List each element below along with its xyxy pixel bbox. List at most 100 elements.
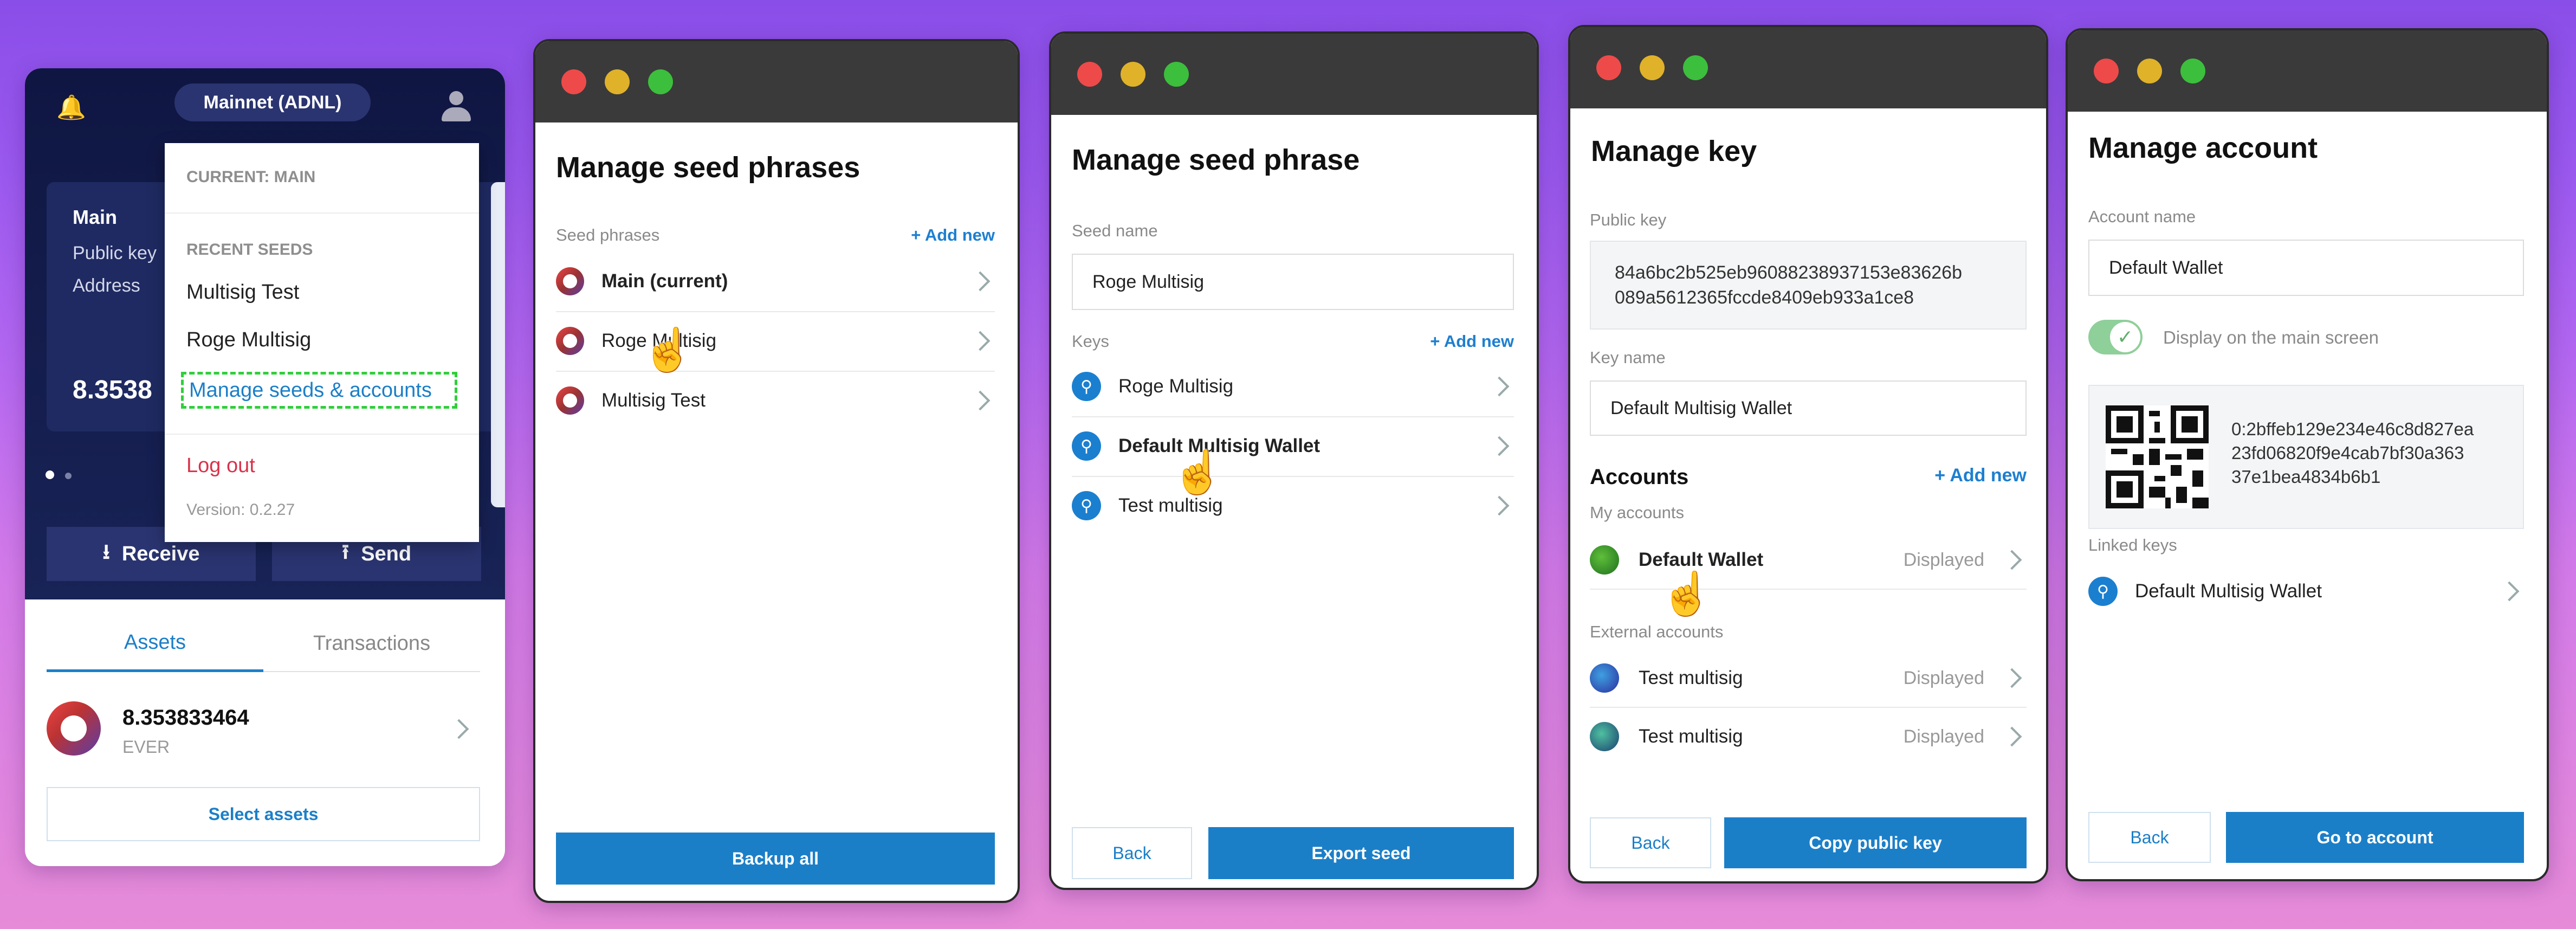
account-status: Displayed — [1903, 549, 1984, 570]
public-key-label: Public key — [73, 243, 157, 263]
tab-transactions[interactable]: Transactions — [263, 616, 480, 672]
zoom-window-button[interactable] — [2180, 59, 2205, 83]
bell-icon[interactable]: 🔔 — [56, 93, 86, 121]
menu-item-recent[interactable]: Multisig Test — [186, 281, 299, 304]
key-icon: ⚲ — [2088, 577, 2118, 606]
export-seed-button[interactable]: Export seed — [1208, 827, 1514, 879]
display-toggle[interactable]: ✓ — [2088, 320, 2143, 354]
menu-item-recent[interactable]: Roge Multisig — [186, 328, 311, 352]
account-row[interactable]: Test multisig Displayed — [1590, 708, 2027, 765]
key-row[interactable]: ⚲ Roge Multisig — [1072, 357, 1514, 417]
key-row[interactable]: ⚲ Test multisig — [1072, 476, 1514, 536]
seeds-window: Manage seed phrases Seed phrases + Add n… — [533, 39, 1020, 903]
account-row[interactable]: Default Wallet Displayed — [1590, 531, 2027, 590]
scroll-indicator[interactable] — [491, 182, 505, 507]
key-name-value: Default Multisig Wallet — [1610, 397, 1792, 418]
page-title: Manage key — [1591, 135, 1757, 167]
asset-row[interactable]: 8.353833464 EVER — [47, 694, 480, 764]
chevron-right-icon — [970, 390, 991, 411]
account-name-label: Account name — [2088, 207, 2196, 226]
account-name: Default Wallet — [1639, 549, 1764, 570]
accounts-title: Accounts — [1590, 465, 1689, 489]
tab-assets[interactable]: Assets — [47, 616, 263, 672]
zoom-window-button[interactable] — [1683, 55, 1708, 80]
back-button[interactable]: Back — [1590, 817, 1711, 868]
close-window-button[interactable] — [1596, 55, 1621, 80]
minimize-window-button[interactable] — [1640, 55, 1665, 80]
key-name: Test multisig — [1118, 495, 1223, 516]
account-row[interactable]: Test multisig Displayed — [1590, 649, 2027, 708]
key-row[interactable]: ⚲ Default Multisig Wallet — [1072, 416, 1514, 477]
back-button[interactable]: Back — [1072, 827, 1192, 879]
seed-icon — [556, 386, 584, 415]
profile-icon[interactable] — [440, 89, 473, 121]
logout-link[interactable]: Log out — [186, 454, 255, 478]
public-key-line: 089a5612365fccde8409eb933a1ce8 — [1615, 287, 1914, 308]
receive-label: Receive — [121, 542, 200, 565]
add-seed-link[interactable]: + Add new — [911, 225, 995, 245]
linked-key-name: Default Multisig Wallet — [2135, 580, 2322, 602]
minimize-window-button[interactable] — [605, 69, 630, 94]
copy-public-key-button[interactable]: Copy public key — [1724, 817, 2027, 868]
linked-keys-label: Linked keys — [2088, 536, 2177, 554]
public-key-box[interactable]: 84a6bc2b525eb96088238937153e83626b 089a5… — [1590, 241, 2027, 330]
account-avatar — [1590, 722, 1619, 751]
add-account-link[interactable]: + Add new — [1934, 465, 2027, 486]
backup-all-button[interactable]: Backup all — [556, 833, 995, 885]
card-pager[interactable] — [46, 470, 72, 482]
seed-row[interactable]: Roge Multisig — [556, 311, 995, 372]
account-status: Displayed — [1903, 726, 1984, 747]
seed-row[interactable]: Main (current) — [556, 251, 995, 312]
account-name-value: Default Wallet — [2109, 257, 2223, 278]
linked-key-row[interactable]: ⚲ Default Multisig Wallet — [2088, 562, 2524, 621]
chevron-right-icon — [2499, 581, 2520, 602]
network-label: Mainnet (ADNL) — [203, 92, 342, 113]
send-label: Send — [361, 542, 412, 565]
close-window-button[interactable] — [2094, 59, 2119, 83]
manage-seeds-label: Manage seeds & accounts — [189, 378, 432, 402]
key-name-field[interactable]: Default Multisig Wallet — [1590, 380, 2027, 436]
back-label: Back — [1631, 833, 1670, 853]
close-window-button[interactable] — [1077, 62, 1102, 87]
public-key-line: 84a6bc2b525eb96088238937153e83626b — [1615, 262, 1963, 283]
menu-recent-header: RECENT SEEDS — [186, 241, 313, 259]
pager-dot-active — [46, 470, 54, 479]
account-name: Test multisig — [1639, 667, 1743, 688]
go-to-account-button[interactable]: Go to account — [2226, 812, 2524, 863]
address-line: 23fd06820f9e4cab7bf30a363 — [2231, 443, 2464, 463]
key-icon: ⚲ — [1072, 372, 1101, 401]
manage-seeds-link[interactable]: Manage seeds & accounts — [181, 372, 457, 409]
zoom-window-button[interactable] — [648, 69, 673, 94]
chevron-right-icon — [449, 719, 469, 739]
address-box[interactable]: 0:2bffeb129e234e46c8d827ea 23fd06820f9e4… — [2088, 385, 2524, 529]
key-name-label: Key name — [1590, 348, 1666, 367]
select-assets-button[interactable]: Select assets — [47, 787, 480, 841]
chevron-right-icon — [970, 271, 991, 292]
minimize-window-button[interactable] — [2137, 59, 2162, 83]
address-text: 0:2bffeb129e234e46c8d827ea 23fd06820f9e4… — [2231, 417, 2474, 489]
select-assets-label: Select assets — [208, 804, 319, 824]
download-icon: ⭳ — [102, 540, 110, 564]
external-accounts-label: External accounts — [1590, 622, 1724, 641]
account-name-field[interactable]: Default Wallet — [2088, 240, 2524, 296]
back-button[interactable]: Back — [2088, 812, 2211, 863]
seed-row[interactable]: Multisig Test — [556, 371, 995, 430]
address-label: Address — [73, 275, 140, 296]
check-icon: ✓ — [2110, 322, 2140, 352]
key-icon: ⚲ — [1072, 431, 1101, 461]
menu-divider — [165, 434, 479, 435]
title-bar — [2068, 30, 2547, 112]
minimize-window-button[interactable] — [1121, 62, 1145, 87]
close-window-button[interactable] — [561, 69, 586, 94]
account-name: Test multisig — [1639, 726, 1743, 747]
hand-cursor-icon: ☝ — [642, 326, 695, 373]
network-selector[interactable]: Mainnet (ADNL) — [174, 83, 371, 121]
seed-window: Manage seed phrase Seed name Roge Multis… — [1049, 31, 1539, 890]
seed-name-field[interactable]: Roge Multisig — [1072, 254, 1514, 310]
add-key-link[interactable]: + Add new — [1430, 332, 1514, 351]
seed-icon — [556, 267, 584, 295]
zoom-window-button[interactable] — [1164, 62, 1189, 87]
page-title: Manage seed phrases — [556, 151, 860, 184]
title-bar — [535, 41, 1018, 122]
account-avatar — [1590, 545, 1619, 575]
